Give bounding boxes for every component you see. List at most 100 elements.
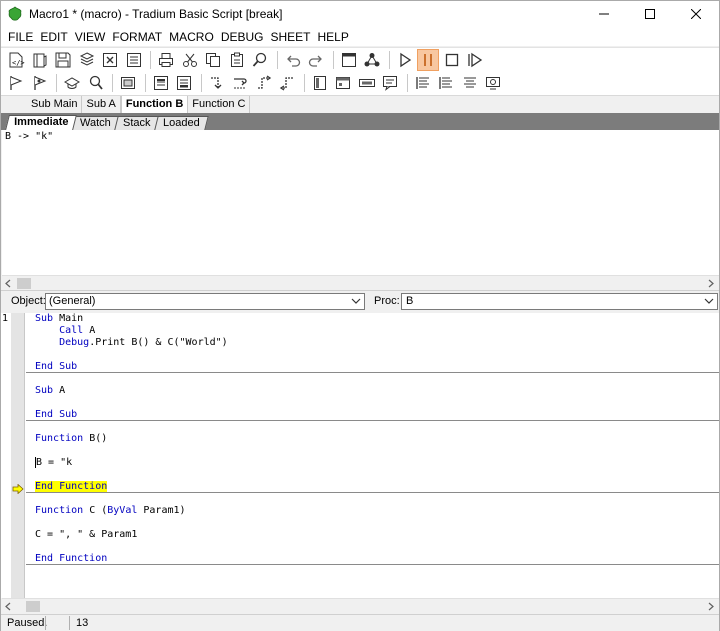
save-button[interactable] <box>52 49 74 71</box>
open-icon <box>33 53 46 67</box>
undo-button[interactable] <box>282 49 304 71</box>
tab-immediate[interactable]: Immediate <box>5 115 78 130</box>
toolbar-separator <box>56 74 57 92</box>
add-watch-icon <box>89 75 103 90</box>
minimize-button[interactable] <box>581 1 627 27</box>
tab-sub-a[interactable]: Sub A <box>82 96 121 113</box>
menu-macro[interactable]: MACRO <box>166 30 217 44</box>
userdialog-icon <box>313 76 326 90</box>
immediate-horizontal-scrollbar[interactable] <box>2 275 719 290</box>
scroll-left-icon[interactable] <box>4 602 12 611</box>
outdent-button[interactable] <box>435 72 457 94</box>
step-over-button[interactable] <box>173 72 195 94</box>
close-window-button[interactable] <box>673 1 719 27</box>
tab-function-b[interactable]: Function B <box>120 96 189 113</box>
code-line: C = ", " & Param1 <box>35 529 138 540</box>
userdialog-button[interactable] <box>309 72 331 94</box>
maximize-button[interactable] <box>627 1 673 27</box>
call-stack-button[interactable] <box>117 72 139 94</box>
redo-button[interactable] <box>305 49 327 71</box>
indent-button[interactable] <box>412 72 434 94</box>
tab-function-c[interactable]: Function C <box>188 96 251 113</box>
edit-box-button[interactable] <box>356 72 378 94</box>
quick-watch-button[interactable] <box>61 72 83 94</box>
cut-button[interactable] <box>179 49 201 71</box>
code-line: Function B() <box>35 433 108 444</box>
procedure-tabs: Sub Main Sub A Function B Function C <box>1 95 719 113</box>
breakpoint-gutter[interactable] <box>11 313 25 598</box>
toggle-breakpoint-button[interactable] <box>29 72 51 94</box>
menu-sheet[interactable]: SHEET <box>268 30 314 44</box>
object-browser-button[interactable] <box>482 72 504 94</box>
properties-icon <box>126 52 141 67</box>
tab-loaded[interactable]: Loaded <box>153 116 209 130</box>
stop-button[interactable] <box>441 49 463 71</box>
show-next-button[interactable] <box>276 72 298 94</box>
menu-view[interactable]: VIEW <box>72 30 109 44</box>
set-next-button[interactable] <box>253 72 275 94</box>
step-into-button[interactable] <box>150 72 172 94</box>
standard-toolbar: </> <box>1 47 719 71</box>
comment-button[interactable] <box>379 72 401 94</box>
object-dropdown[interactable]: (General) <box>45 293 365 310</box>
menu-edit[interactable]: EDIT <box>37 30 70 44</box>
paste-icon <box>230 52 243 67</box>
open-button[interactable] <box>29 49 51 71</box>
code-editor[interactable]: 1 Sub Main Call A Debug.Print B() & C("W… <box>1 313 719 598</box>
menu-debug[interactable]: DEBUG <box>218 30 267 44</box>
toolbar-separator <box>150 50 151 69</box>
chevron-down-icon <box>351 298 361 304</box>
pause-button[interactable] <box>417 48 439 71</box>
run-button[interactable] <box>394 49 416 71</box>
tab-stack-label: Stack <box>123 117 151 129</box>
stop-icon <box>445 53 458 66</box>
scroll-right-icon[interactable] <box>707 279 715 288</box>
quick-watch-icon <box>63 77 81 89</box>
proc-dropdown[interactable]: B <box>401 293 718 310</box>
tab-watch-label: Watch <box>80 117 112 129</box>
align-icon <box>463 77 476 88</box>
scroll-left-icon[interactable] <box>4 279 12 288</box>
code-line: Function C (ByVal Param1) <box>35 505 186 516</box>
debug-toolbar <box>1 71 719 95</box>
step-button[interactable] <box>464 49 486 71</box>
scroll-right-icon[interactable] <box>707 602 715 611</box>
menu-file[interactable]: FILE <box>5 30 36 44</box>
paste-button[interactable] <box>226 49 248 71</box>
tab-watch[interactable]: Watch <box>71 116 120 130</box>
dialog-editor-button[interactable] <box>338 49 360 71</box>
step-out-button[interactable] <box>206 72 228 94</box>
print-button[interactable] <box>155 49 177 71</box>
proc-dropdown-value: B <box>406 295 414 307</box>
tab-stack[interactable]: Stack <box>114 116 160 130</box>
run-to-cursor-button[interactable] <box>229 72 251 94</box>
immediate-pane[interactable]: B -> "k" <box>2 130 719 275</box>
close-macro-button[interactable] <box>99 49 121 71</box>
copy-button[interactable] <box>202 49 224 71</box>
find-button[interactable] <box>249 49 271 71</box>
status-separator <box>45 616 46 630</box>
properties-button[interactable] <box>123 49 145 71</box>
edit-dialog-button[interactable] <box>332 72 354 94</box>
run-icon <box>399 52 411 67</box>
procedure-divider <box>26 492 719 493</box>
save-all-button[interactable] <box>76 49 98 71</box>
cut-icon <box>182 53 197 67</box>
step-into-icon <box>153 76 168 90</box>
breakpoint-button[interactable] <box>5 72 27 94</box>
editor-horizontal-scrollbar[interactable] <box>2 598 719 613</box>
menu-help[interactable]: HELP <box>315 30 352 44</box>
menu-format[interactable]: FORMAT <box>109 30 165 44</box>
window-title: Macro1 * (macro) - Tradium Basic Script … <box>29 7 283 21</box>
tab-sub-main[interactable]: Sub Main <box>27 96 83 113</box>
add-watch-button[interactable] <box>85 72 107 94</box>
references-button[interactable] <box>361 49 383 71</box>
debug-tabs: Immediate Watch Stack Loaded <box>1 113 719 130</box>
align-button[interactable] <box>459 72 481 94</box>
proc-label: Proc: <box>374 295 400 307</box>
scroll-thumb[interactable] <box>26 601 40 612</box>
scroll-thumb[interactable] <box>17 278 31 289</box>
svg-text:</>: </> <box>12 59 25 67</box>
references-icon <box>364 52 380 66</box>
new-macro-button[interactable]: </> <box>5 49 27 71</box>
